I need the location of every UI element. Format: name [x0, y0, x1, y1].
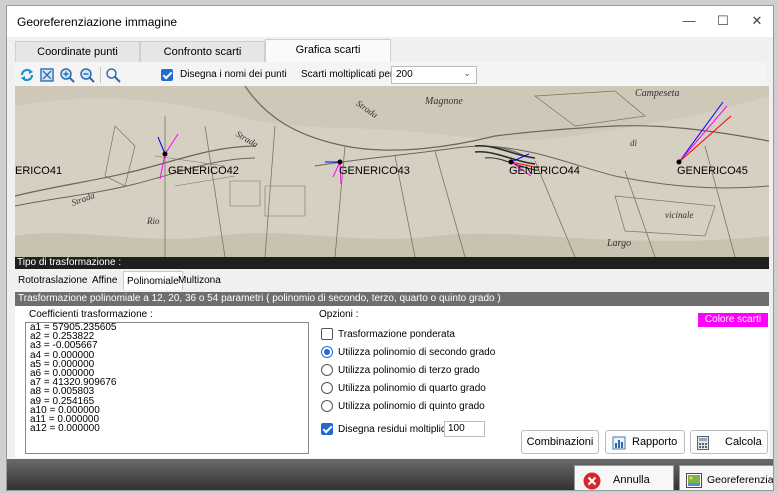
cancel-icon — [583, 472, 601, 490]
fifth-degree-label: Utilizza polinomio di quinto grado — [338, 401, 485, 412]
cancel-button[interactable]: Annulla — [574, 465, 674, 490]
point-label-generico45[interactable]: GENERICO45 — [677, 165, 748, 177]
draw-names-label: Disegna i nomi dei punti — [180, 69, 287, 80]
residuals-checkbox[interactable] — [321, 423, 333, 435]
cancel-label: Annulla — [613, 474, 650, 486]
georeferencing-window: Georeferenziazione immagine — ☐ ✕ Coordi… — [6, 5, 774, 491]
options-label: Opzioni : — [319, 309, 359, 320]
polynomial-panel: Coefficienti trasformazione : a1 = 57905… — [15, 306, 769, 458]
map-label-magnone: Magnone — [425, 96, 463, 107]
calculate-button[interactable]: Calcola — [690, 430, 768, 454]
map-label-rio: Rio — [147, 216, 160, 226]
weighted-checkbox[interactable] — [321, 328, 333, 340]
zoom-out-icon[interactable] — [79, 67, 95, 83]
tab-grafica-scarti[interactable]: Grafica scarti — [265, 39, 391, 62]
georeference-icon — [686, 473, 702, 488]
tab-coordinate-punti[interactable]: Coordinate punti — [15, 41, 140, 62]
radio-second-degree[interactable] — [321, 346, 333, 358]
coefficients-label: Coefficienti trasformazione : — [29, 309, 153, 320]
point-label-generico44[interactable]: GENERICO44 — [509, 165, 580, 177]
combinations-button[interactable]: Combinazioni — [521, 430, 599, 454]
point-label-generico43[interactable]: GENERICO43 — [339, 165, 410, 177]
multiplier-value: 200 — [396, 69, 413, 80]
tab-affine[interactable]: Affine — [89, 271, 120, 290]
minimize-button[interactable]: — — [677, 11, 701, 31]
radio-fourth-degree[interactable] — [321, 382, 333, 394]
close-button[interactable]: ✕ — [745, 11, 769, 31]
radio-third-degree[interactable] — [321, 364, 333, 376]
tab-rototraslazione[interactable]: Rototraslazione — [15, 271, 90, 290]
tab-confronto-scarti[interactable]: Confronto scarti — [140, 41, 265, 62]
point-label-erico41[interactable]: ERICO41 — [15, 165, 62, 177]
zoom-extent-icon[interactable] — [39, 67, 55, 83]
draw-names-checkbox[interactable] — [161, 69, 173, 81]
tab-polinomiale[interactable]: Polinomiale — [123, 271, 183, 290]
fourth-degree-label: Utilizza polinomio di quarto grado — [338, 383, 486, 394]
point-label-generico42[interactable]: GENERICO42 — [168, 165, 239, 177]
chevron-down-icon: ⌄ — [463, 68, 471, 78]
zoom-window-icon[interactable] — [105, 67, 121, 83]
map-view[interactable]: Magnone Campeseta Strada Strada Strada v… — [15, 86, 769, 257]
footer-bar: Annulla Georeferenzia — [7, 459, 774, 490]
georeference-label: Georeferenzia — [707, 474, 774, 486]
refresh-icon[interactable] — [19, 67, 35, 83]
calculate-label: Calcola — [725, 436, 762, 448]
list-item: a12 = 0.000000 — [30, 423, 100, 435]
weighted-label: Trasformazione ponderata — [338, 329, 455, 340]
toolbar-divider — [100, 67, 101, 83]
map-label-vicinale: vicinale — [665, 210, 694, 220]
multiplier-label: Scarti moltiplicati per — [301, 69, 394, 80]
map-label-largo: Largo — [607, 238, 632, 249]
map-label-campeseta: Campeseta — [635, 88, 680, 99]
report-button[interactable]: Rapporto — [605, 430, 685, 454]
multiplier-select[interactable]: 200 ⌄ — [391, 66, 477, 84]
transform-type-header: Tipo di trasformazione : — [15, 257, 769, 269]
third-degree-label: Utilizza polinomio di terzo grado — [338, 365, 480, 376]
georeference-button[interactable]: Georeferenzia — [679, 465, 774, 490]
chart-icon — [612, 436, 626, 450]
radio-fifth-degree[interactable] — [321, 400, 333, 412]
second-degree-label: Utilizza polinomio di secondo grado — [338, 347, 496, 358]
report-label: Rapporto — [632, 436, 678, 448]
tab-multizona[interactable]: Multizona — [175, 271, 224, 290]
residuals-multiplier-input[interactable]: 100 — [444, 421, 485, 437]
zoom-in-icon[interactable] — [59, 67, 75, 83]
maximize-button[interactable]: ☐ — [711, 11, 735, 31]
map-toolbar: Disegna i nomi dei punti Scarti moltipli… — [15, 62, 767, 88]
calculator-icon — [697, 436, 709, 450]
map-label-di: di — [630, 138, 638, 148]
title-bar: Georeferenziazione immagine — ☐ ✕ — [7, 6, 773, 37]
color-residuals-button[interactable]: Colore scarti — [698, 313, 768, 327]
coefficients-list[interactable]: a1 = 57905.235605 a2 = 0.253822 a3 = -0.… — [25, 322, 309, 454]
transform-description: Trasformazione polinomiale a 12, 20, 36 … — [15, 292, 769, 306]
window-title: Georeferenziazione immagine — [17, 15, 178, 29]
